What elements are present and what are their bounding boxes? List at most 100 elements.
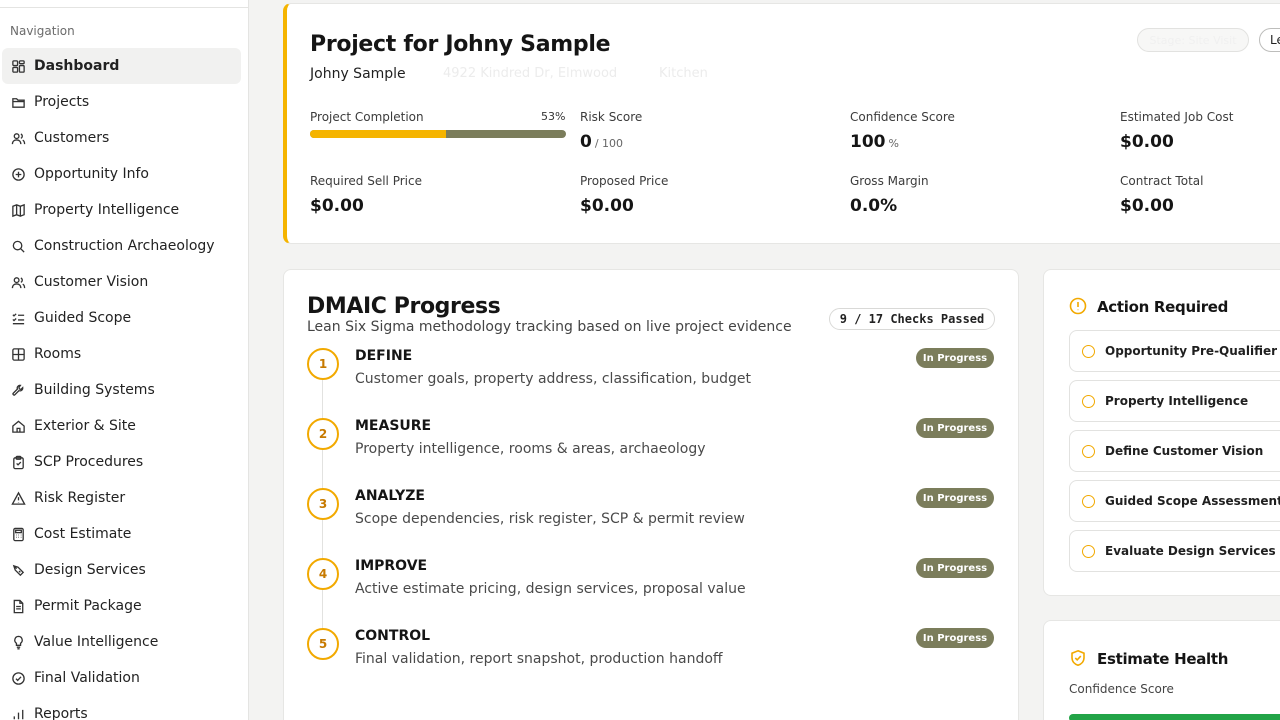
step-description: Active estimate pricing, design services… bbox=[355, 581, 746, 597]
sell-price-label: Required Sell Price bbox=[310, 174, 422, 188]
risk-score-value: 0/ 100 bbox=[580, 132, 623, 152]
sidebar-item-reports[interactable]: Reports bbox=[2, 696, 241, 720]
step-number: 3 bbox=[307, 488, 339, 520]
sidebar-item-label: Exterior & Site bbox=[34, 418, 136, 434]
dmaic-progress-card: DMAIC Progress Lean Six Sigma methodolog… bbox=[283, 269, 1019, 720]
sidebar-item-customers[interactable]: Customers bbox=[2, 120, 241, 156]
step-description: Final validation, report snapshot, produ… bbox=[355, 651, 723, 667]
sidebar-item-label: Projects bbox=[34, 94, 90, 110]
sidebar-item-label: Dashboard bbox=[34, 58, 120, 74]
grid-icon bbox=[10, 346, 26, 362]
sidebar-top-divider bbox=[0, 0, 249, 8]
sidebar-item-label: Customers bbox=[34, 130, 110, 146]
action-required-title: Action Required bbox=[1097, 298, 1229, 316]
sidebar-item-label: Cost Estimate bbox=[34, 526, 132, 542]
completion-percent: 53% bbox=[541, 110, 566, 123]
dmaic-step-control: 5 CONTROL Final validation, report snaps… bbox=[307, 628, 997, 688]
sell-price-value: $0.00 bbox=[310, 196, 364, 216]
action-item-opportunity-pre-qualifier[interactable]: Opportunity Pre-Qualifier bbox=[1069, 330, 1280, 372]
action-required-card: Action Required Opportunity Pre-Qualifie… bbox=[1043, 269, 1280, 596]
document-icon bbox=[10, 598, 26, 614]
health-confidence-bar bbox=[1069, 714, 1280, 720]
sidebar-item-permit-package[interactable]: Permit Package bbox=[2, 588, 241, 624]
folder-icon bbox=[10, 94, 26, 110]
home-icon bbox=[10, 418, 26, 434]
project-summary-card: Project for Johny Sample Johny Sample 49… bbox=[283, 3, 1280, 244]
check-circle-icon bbox=[10, 670, 26, 686]
risk-score-label: Risk Score bbox=[580, 110, 643, 124]
action-item-guided-scope-assessment[interactable]: Guided Scope Assessment bbox=[1069, 480, 1280, 522]
users-icon bbox=[10, 130, 26, 146]
step-name: DEFINE bbox=[355, 348, 413, 364]
sidebar-item-cost-estimate[interactable]: Cost Estimate bbox=[2, 516, 241, 552]
step-number: 4 bbox=[307, 558, 339, 590]
sidebar-item-opportunity-info[interactable]: Opportunity Info bbox=[2, 156, 241, 192]
step-number: 1 bbox=[307, 348, 339, 380]
sidebar-item-scp-procedures[interactable]: SCP Procedures bbox=[2, 444, 241, 480]
step-status-badge: In Progress bbox=[916, 628, 994, 648]
gross-margin-label: Gross Margin bbox=[850, 174, 929, 188]
sidebar-item-label: Property Intelligence bbox=[34, 202, 180, 218]
project-title: Project for Johny Sample bbox=[310, 32, 611, 57]
clipboard-icon bbox=[10, 454, 26, 470]
step-name: MEASURE bbox=[355, 418, 432, 434]
map-icon bbox=[10, 202, 26, 218]
pending-circle-icon bbox=[1082, 444, 1095, 458]
confidence-score-number: 100 bbox=[850, 132, 886, 152]
step-status-badge: In Progress bbox=[916, 558, 994, 578]
step-name: CONTROL bbox=[355, 628, 431, 644]
sidebar-item-rooms[interactable]: Rooms bbox=[2, 336, 241, 372]
gross-margin-value: 0.0% bbox=[850, 196, 898, 216]
sidebar-item-projects[interactable]: Projects bbox=[2, 84, 241, 120]
project-client-name: Johny Sample bbox=[310, 66, 406, 82]
dmaic-subtitle: Lean Six Sigma methodology tracking base… bbox=[307, 319, 792, 335]
action-item-define-customer-vision[interactable]: Define Customer Vision bbox=[1069, 430, 1280, 472]
step-number: 5 bbox=[307, 628, 339, 660]
step-status-badge: In Progress bbox=[916, 488, 994, 508]
sidebar-item-label: Final Validation bbox=[34, 670, 140, 686]
action-item-evaluate-design-services[interactable]: Evaluate Design Services bbox=[1069, 530, 1280, 572]
sidebar-item-risk-register[interactable]: Risk Register bbox=[2, 480, 241, 516]
contract-total-value: $0.00 bbox=[1120, 196, 1174, 216]
wrench-icon bbox=[10, 382, 26, 398]
dmaic-step-measure: 2 MEASURE Property intelligence, rooms &… bbox=[307, 418, 997, 478]
sidebar-item-property-intelligence[interactable]: Property Intelligence bbox=[2, 192, 241, 228]
contract-total-label: Contract Total bbox=[1120, 174, 1204, 188]
action-item-label: Opportunity Pre-Qualifier bbox=[1105, 344, 1278, 358]
sidebar-item-building-systems[interactable]: Building Systems bbox=[2, 372, 241, 408]
sidebar-item-value-intelligence[interactable]: Value Intelligence bbox=[2, 624, 241, 660]
sidebar-item-design-services[interactable]: Design Services bbox=[2, 552, 241, 588]
sidebar-item-construction-archaeology[interactable]: Construction Archaeology bbox=[2, 228, 241, 264]
proposed-price-value: $0.00 bbox=[580, 196, 634, 216]
nav-list: Dashboard Projects Customers Opportunity… bbox=[2, 48, 241, 720]
sidebar-item-guided-scope[interactable]: Guided Scope bbox=[2, 300, 241, 336]
dmaic-step-improve: 4 IMPROVE Active estimate pricing, desig… bbox=[307, 558, 997, 618]
project-type: Kitchen bbox=[659, 66, 708, 81]
action-item-property-intelligence[interactable]: Property Intelligence bbox=[1069, 380, 1280, 422]
sidebar-item-label: SCP Procedures bbox=[34, 454, 144, 470]
lead-status-badge[interactable]: Lead bbox=[1259, 28, 1280, 52]
sidebar-item-exterior-site[interactable]: Exterior & Site bbox=[2, 408, 241, 444]
sidebar-item-customer-vision[interactable]: Customer Vision bbox=[2, 264, 241, 300]
sidebar-item-dashboard[interactable]: Dashboard bbox=[2, 48, 241, 84]
calculator-icon bbox=[10, 526, 26, 542]
list-check-icon bbox=[10, 310, 26, 326]
confidence-score-label: Confidence Score bbox=[850, 110, 955, 124]
completion-label: Project Completion bbox=[310, 110, 424, 124]
step-status-badge: In Progress bbox=[916, 418, 994, 438]
lightbulb-icon bbox=[10, 634, 26, 650]
sidebar-item-label: Building Systems bbox=[34, 382, 155, 398]
sidebar-item-label: Permit Package bbox=[34, 598, 142, 614]
warning-icon bbox=[10, 490, 26, 506]
step-description: Customer goals, property address, classi… bbox=[355, 371, 751, 387]
job-cost-value: $0.00 bbox=[1120, 132, 1174, 152]
action-item-label: Define Customer Vision bbox=[1105, 444, 1264, 458]
sidebar-item-label: Construction Archaeology bbox=[34, 238, 215, 254]
sidebar-item-label: Guided Scope bbox=[34, 310, 132, 326]
search-icon bbox=[10, 238, 26, 254]
stage-badge: Stage: Site Visit bbox=[1137, 28, 1249, 52]
action-item-label: Evaluate Design Services bbox=[1105, 544, 1276, 558]
step-status-badge: In Progress bbox=[916, 348, 994, 368]
sidebar-item-final-validation[interactable]: Final Validation bbox=[2, 660, 241, 696]
confidence-score-unit: % bbox=[888, 137, 899, 150]
